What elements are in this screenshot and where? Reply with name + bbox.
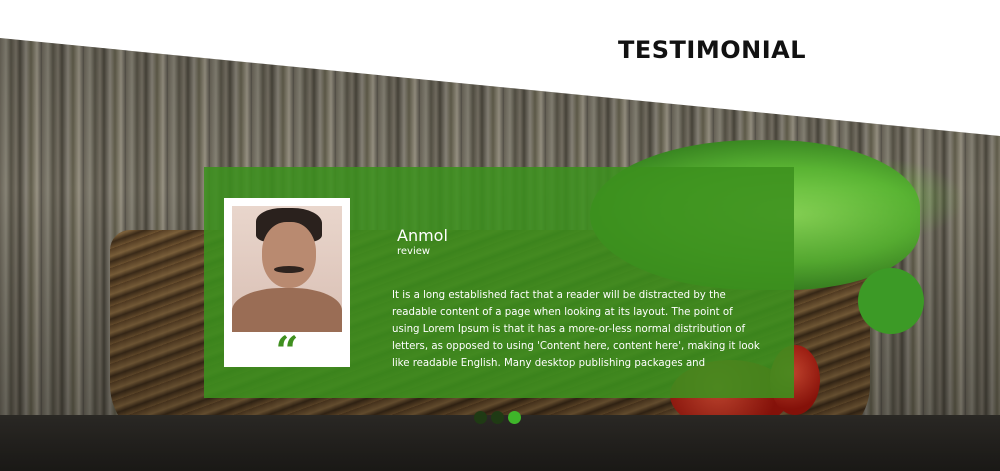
carousel-dot-3[interactable] [508, 411, 521, 424]
reviewer-photo-frame: “ [224, 198, 350, 375]
photo-body-shape [232, 288, 342, 332]
reviewer-name: Anmol [397, 226, 448, 245]
carousel-dots [474, 411, 521, 424]
testimonial-card: “ Anmol review It is a long established … [204, 167, 794, 398]
photo-face-shape [262, 222, 316, 288]
section-title: TESTIMONIAL [618, 36, 807, 64]
decorative-circle [858, 268, 924, 334]
reviewer-role: review [397, 246, 431, 257]
carousel-dot-2[interactable] [491, 411, 504, 424]
review-text: It is a long established fact that a rea… [392, 290, 760, 369]
photo-mustache-shape [274, 266, 304, 273]
quote-icon: “ [275, 328, 299, 375]
carousel-dot-1[interactable] [474, 411, 487, 424]
reviewer-photo [232, 206, 342, 332]
